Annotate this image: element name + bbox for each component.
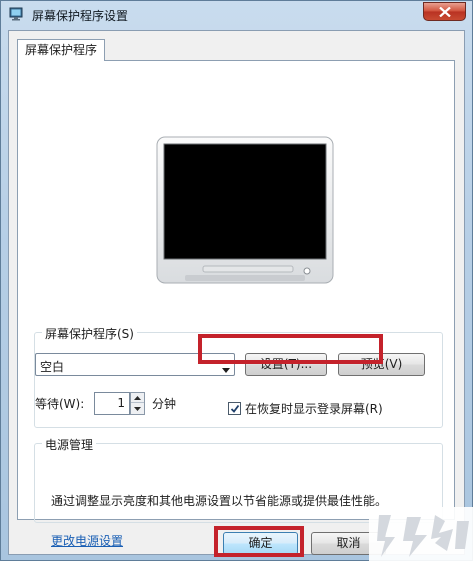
close-icon bbox=[438, 6, 451, 17]
wait-unit-label: 分钟 bbox=[152, 397, 177, 411]
monitor-preview-image bbox=[156, 136, 334, 284]
resume-logon-checkbox[interactable] bbox=[228, 402, 241, 415]
close-button[interactable] bbox=[423, 2, 466, 21]
stepper-down-button[interactable] bbox=[131, 404, 144, 414]
change-power-settings-link[interactable]: 更改电源设置 bbox=[51, 532, 123, 549]
chevron-down-icon bbox=[222, 362, 230, 376]
title-bar[interactable]: 屏幕保护程序设置 bbox=[1, 1, 472, 29]
screensaver-settings-icon bbox=[9, 7, 25, 21]
screensaver-settings-dialog: 屏幕保护程序设置 屏幕保护程序 屏幕保护程序(S) 空白 设置(T)... 预览… bbox=[0, 0, 473, 561]
chevron-down-icon bbox=[134, 407, 141, 411]
wait-label: 等待(W): bbox=[35, 397, 85, 411]
tab-panel-screensaver: 屏幕保护程序(S) 空白 设置(T)... 预览(V) 等待(W): 1 分钟 … bbox=[17, 60, 455, 548]
watermark-logo bbox=[369, 507, 473, 561]
checkmark-icon bbox=[230, 404, 239, 413]
screensaver-selected-value: 空白 bbox=[40, 360, 65, 374]
stepper-up-button[interactable] bbox=[131, 393, 144, 403]
resume-logon-checkbox-row[interactable]: 在恢复时显示登录屏幕(R) bbox=[228, 400, 383, 417]
checkbox-highlight-annotation bbox=[198, 334, 383, 364]
power-description: 通过调整显示亮度和其他电源设置以节省能源或提供最佳性能。 bbox=[51, 494, 388, 508]
ok-button-highlight-annotation bbox=[214, 526, 304, 557]
tab-screensaver[interactable]: 屏幕保护程序 bbox=[17, 39, 106, 61]
resume-logon-checkbox-label: 在恢复时显示登录屏幕(R) bbox=[245, 402, 383, 416]
chevron-up-icon bbox=[134, 395, 141, 400]
dialog-client-area: 屏幕保护程序 屏幕保护程序(S) 空白 设置(T)... 预览(V) 等待(W)… bbox=[8, 30, 465, 555]
screensaver-group-label: 屏幕保护程序(S) bbox=[42, 325, 137, 342]
power-group-label: 电源管理 bbox=[42, 436, 97, 453]
wait-stepper bbox=[130, 392, 145, 415]
window-title: 屏幕保护程序设置 bbox=[32, 9, 129, 23]
wait-minutes-input[interactable]: 1 bbox=[94, 392, 130, 415]
